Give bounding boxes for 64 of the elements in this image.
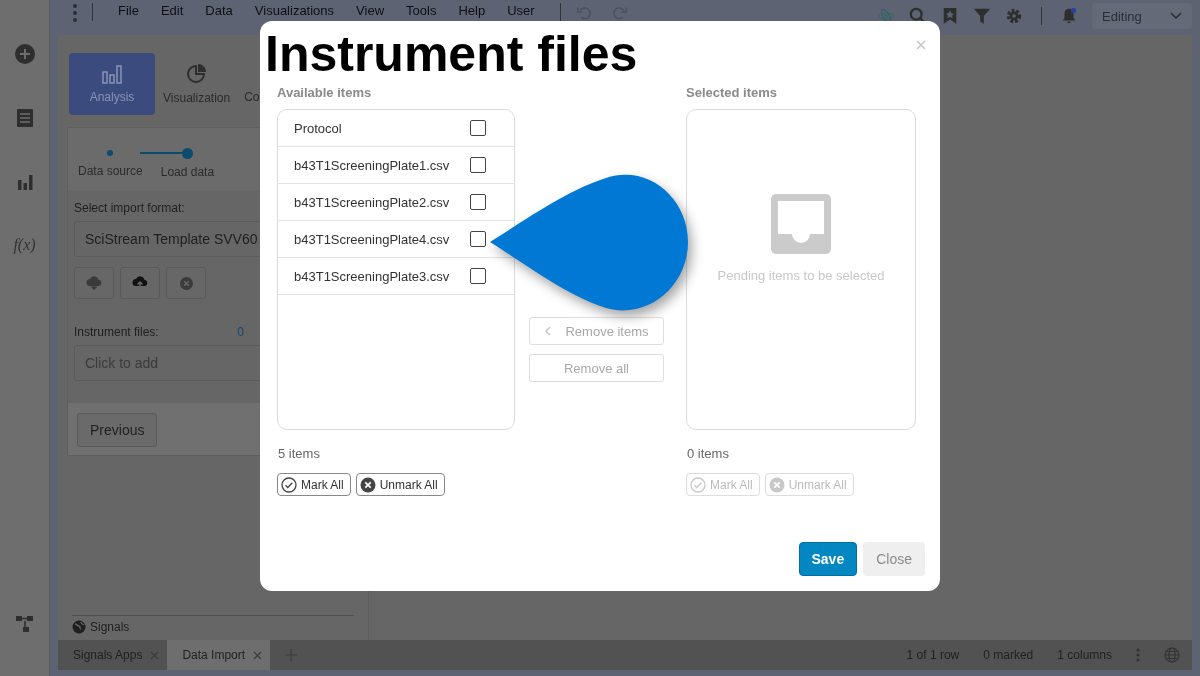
dialog-title: Instrument files	[265, 25, 638, 83]
bar-chart-icon	[101, 64, 123, 84]
step-label[interactable]: Load data	[160, 165, 215, 179]
menu-item[interactable]: Visualizations	[243, 3, 346, 18]
menu-item[interactable]: Help	[447, 3, 497, 18]
list-item[interactable]: b43T1ScreeningPlate2.csv	[278, 184, 514, 221]
close-icon	[916, 40, 926, 50]
filter-icon[interactable]	[973, 7, 991, 25]
menu-item[interactable]: Tools	[395, 3, 448, 18]
hierarchy-icon[interactable]	[14, 614, 35, 634]
remove-button[interactable]	[166, 267, 206, 299]
menu-item[interactable]: File	[107, 3, 150, 18]
check-circle-icon	[690, 476, 706, 493]
checkbox[interactable]	[470, 157, 486, 173]
chevron-down-icon	[1170, 12, 1182, 20]
close-icon[interactable]	[150, 650, 160, 660]
previous-button[interactable]: Previous	[77, 413, 158, 447]
globe-icon	[72, 620, 86, 634]
bell-icon[interactable]	[1060, 7, 1078, 25]
bookmark-star-icon[interactable]	[941, 7, 959, 25]
list-icon[interactable]	[14, 108, 35, 128]
column-heading: Selected items	[686, 85, 779, 102]
more-icon[interactable]	[72, 3, 78, 23]
add-icon[interactable]	[14, 44, 35, 64]
field-label: Instrument files:	[74, 325, 159, 339]
list-item[interactable]: Protocol	[278, 110, 514, 147]
document-tab[interactable]: Data Import	[167, 640, 271, 670]
file-count: 0	[237, 325, 244, 339]
unmark-all-button[interactable]: Unmark All	[355, 473, 445, 496]
x-circle-icon	[768, 476, 785, 493]
x-circle-icon	[359, 476, 376, 493]
checkbox[interactable]	[470, 268, 486, 284]
cloud-download-icon	[86, 276, 102, 290]
download-button[interactable]	[74, 267, 114, 299]
mark-all-button[interactable]: Mark All	[277, 473, 351, 496]
chevron-left-icon	[544, 326, 552, 336]
close-icon[interactable]	[253, 650, 263, 660]
close-button[interactable]: Close	[863, 542, 925, 576]
pie-chart-icon	[185, 63, 208, 85]
menu-item[interactable]: Data	[194, 3, 244, 18]
check-circle-icon	[281, 476, 297, 493]
checkbox[interactable]	[470, 120, 486, 136]
signals-link[interactable]: Signals	[90, 620, 130, 634]
inbox-icon	[771, 194, 831, 254]
mode-dropdown[interactable]: Editing	[1092, 3, 1192, 29]
globe-icon[interactable]	[1164, 647, 1180, 663]
list-item[interactable]: b43T1ScreeningPlate3.csv	[278, 258, 514, 295]
menu-item[interactable]: Edit	[149, 3, 195, 18]
settings-icon[interactable]	[1005, 7, 1023, 25]
item-count: 5 items	[278, 446, 321, 461]
menu-item[interactable]: View	[345, 3, 396, 18]
checkbox[interactable]	[470, 194, 486, 210]
mode-tab[interactable]: Visualization	[157, 53, 237, 115]
x-circle-icon	[179, 276, 193, 290]
menu-item[interactable]: User	[496, 3, 546, 18]
function-label[interactable]: f(x)	[13, 236, 36, 254]
list-item[interactable]: b43T1ScreeningPlate1.csv	[278, 147, 514, 184]
column-heading: Available items	[277, 85, 373, 102]
item-count: 0 items	[687, 446, 730, 461]
upload-button[interactable]	[120, 267, 160, 299]
step-label[interactable]: Data source	[78, 164, 143, 178]
save-button[interactable]: Save	[798, 542, 858, 576]
checkbox[interactable]	[470, 231, 486, 247]
mode-tab[interactable]: Analysis	[69, 53, 155, 115]
